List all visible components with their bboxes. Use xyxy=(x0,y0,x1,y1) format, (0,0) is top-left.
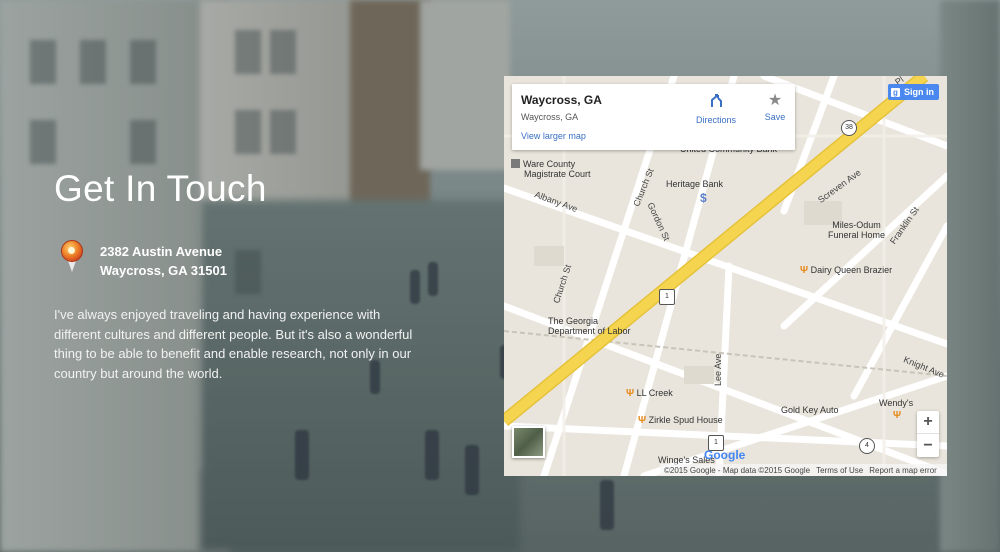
zoom-out-button[interactable]: − xyxy=(917,434,939,457)
fork-knife-icon: Ψ xyxy=(638,415,647,426)
poi-gold-key[interactable]: Gold Key Auto xyxy=(781,405,839,415)
sign-in-button[interactable]: g Sign in xyxy=(888,84,939,100)
fork-knife-icon: Ψ xyxy=(800,265,809,276)
star-icon: ★ xyxy=(767,92,783,109)
directions-button[interactable]: Directions xyxy=(694,92,738,125)
poi-wendys[interactable]: Wendy's xyxy=(879,398,913,408)
attribution-data: ©2015 Google - Map data ©2015 Google xyxy=(664,465,811,475)
route-shield-4: 4 xyxy=(859,438,875,454)
place-subtitle: Waycross, GA xyxy=(521,112,579,122)
google-logo: Google xyxy=(704,448,746,462)
poi-zirkle[interactable]: Ψ Zirkle Spud House xyxy=(638,415,723,426)
embedded-map[interactable]: Albany Ave Church St Gordon St Screven A… xyxy=(504,76,947,476)
building-icon xyxy=(511,159,520,168)
poi-heritage-bank[interactable]: Heritage Bank xyxy=(666,179,723,189)
about-paragraph: I've always enjoyed traveling and having… xyxy=(54,307,413,381)
poi-dairy-queen[interactable]: Ψ Dairy Queen Brazier xyxy=(800,265,892,276)
poi-ll-creek[interactable]: Ψ LL Creek xyxy=(626,388,673,399)
address-line-2: Waycross, GA 31501 xyxy=(100,263,227,278)
address-line-1: 2382 Austin Avenue xyxy=(100,244,223,259)
view-larger-map-link[interactable]: View larger map xyxy=(521,131,586,141)
map-attribution: ©2015 Google - Map data ©2015 Google Ter… xyxy=(660,464,947,476)
street-label-lee: Lee Ave xyxy=(713,353,723,386)
report-error-link[interactable]: Report a map error xyxy=(869,466,937,475)
address-block: 2382 Austin Avenue Waycross, GA 31501 xyxy=(60,240,227,280)
poi-georgia-labor[interactable]: The Georgia Department of Labor xyxy=(548,316,631,336)
bank-dollar-icon: $ xyxy=(700,191,707,205)
map-pin-icon xyxy=(60,240,84,280)
save-button[interactable]: ★ Save xyxy=(760,92,790,123)
place-title: Waycross, GA xyxy=(521,93,602,107)
route-shield-38: 38 xyxy=(841,120,857,136)
terms-link[interactable]: Terms of Use xyxy=(816,466,863,475)
fork-knife-icon: Ψ xyxy=(893,410,902,421)
directions-icon xyxy=(711,94,722,107)
route-shield-1a: 1 xyxy=(659,289,675,305)
page-title: Get In Touch xyxy=(54,168,267,209)
poi-miles-odum[interactable]: Miles-Odum Funeral Home xyxy=(828,220,885,240)
fork-knife-icon: Ψ xyxy=(626,388,635,399)
place-info-card: Waycross, GA Waycross, GA View larger ma… xyxy=(512,84,795,150)
poi-ware-county[interactable]: Ware County Magistrate Court xyxy=(511,159,591,179)
zoom-in-button[interactable]: + xyxy=(917,411,939,434)
zoom-controls: + − xyxy=(917,411,939,457)
satellite-toggle[interactable] xyxy=(512,426,545,458)
google-plus-icon: g xyxy=(891,87,900,97)
